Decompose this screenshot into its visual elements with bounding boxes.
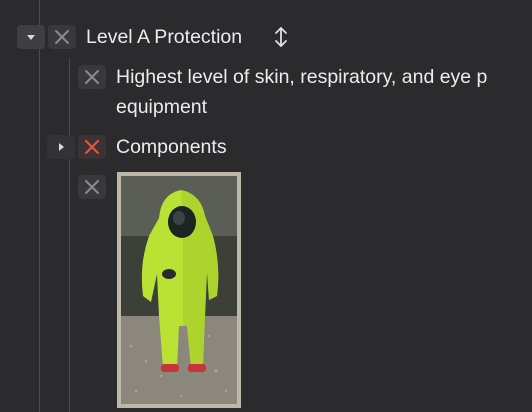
description-line-1[interactable]: Highest level of skin, respiratory, and … <box>116 62 487 92</box>
caret-right-icon <box>59 143 64 151</box>
indent-guide-level-1 <box>69 58 70 412</box>
indent-guide-level-0 <box>39 0 40 412</box>
x-mark-icon <box>84 139 100 155</box>
protective-suit-image[interactable] <box>117 172 241 408</box>
hazmat-suit-photo <box>121 176 237 404</box>
sort-updown-icon[interactable] <box>270 25 292 49</box>
outline-panel: Level A Protection Highest level of skin… <box>0 0 532 412</box>
components-label[interactable]: Components <box>116 132 227 162</box>
checkbox-components[interactable] <box>78 135 106 159</box>
checkbox-level-a[interactable] <box>48 25 76 49</box>
expand-toggle-components[interactable] <box>47 135 75 159</box>
x-mark-icon <box>55 30 69 44</box>
caret-down-icon <box>27 35 35 40</box>
outline-item-title[interactable]: Level A Protection <box>86 22 242 52</box>
x-mark-icon <box>85 70 99 84</box>
checkbox-image[interactable] <box>78 175 106 199</box>
collapse-toggle-level-a[interactable] <box>17 25 45 49</box>
x-mark-icon <box>85 180 99 194</box>
checkbox-description[interactable] <box>78 65 106 89</box>
description-line-2[interactable]: equipment <box>116 92 207 122</box>
